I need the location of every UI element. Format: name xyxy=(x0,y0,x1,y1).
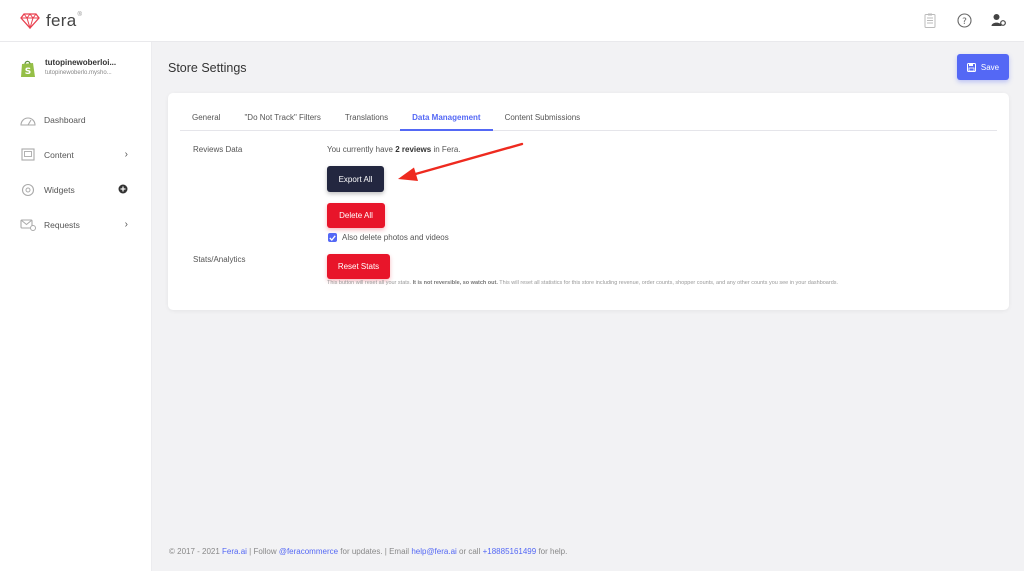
sidebar-item-requests[interactable]: Requests › xyxy=(0,207,152,242)
sidebar: S tutopinewoberloi... tutopinewoberlo.my… xyxy=(0,42,152,571)
shopify-bag-icon: S xyxy=(21,60,35,77)
hint-prefix: This button will reset all your stats. xyxy=(327,280,413,286)
store-switcher[interactable]: S tutopinewoberloi... tutopinewoberlo.my… xyxy=(20,58,116,78)
svg-text:?: ? xyxy=(962,17,967,27)
footer-text: for help. xyxy=(536,547,568,556)
reviews-count: 2 reviews xyxy=(395,145,432,154)
delete-media-label: Also delete photos and videos xyxy=(342,233,449,242)
tab-content-submissions[interactable]: Content Submissions xyxy=(493,106,593,131)
sidebar-nav: Dashboard Content › Widgets Requests › xyxy=(0,102,152,242)
logo-text: fera xyxy=(46,11,77,30)
svg-text:S: S xyxy=(25,67,31,77)
requests-icon xyxy=(20,218,36,232)
sidebar-item-content[interactable]: Content › xyxy=(0,137,152,172)
delete-all-button[interactable]: Delete All xyxy=(327,203,385,228)
reset-stats-button[interactable]: Reset Stats xyxy=(327,254,390,279)
footer: © 2017 - 2021 Fera.ai | Follow @feracomm… xyxy=(169,547,567,556)
reviews-count-text: You currently have 2 reviews in Fera. xyxy=(327,145,461,154)
clipboard-icon[interactable] xyxy=(922,12,938,28)
dashboard-icon xyxy=(20,113,36,127)
footer-text: or call xyxy=(456,547,483,556)
fera-logo[interactable]: fera ® xyxy=(20,11,82,31)
save-button[interactable]: Save xyxy=(957,54,1009,80)
sidebar-item-dashboard[interactable]: Dashboard xyxy=(0,102,152,137)
sidebar-item-label: Content xyxy=(44,149,74,160)
footer-text: | Follow xyxy=(246,547,279,556)
logo-registered-mark: ® xyxy=(77,12,82,18)
diamond-logo-icon xyxy=(20,13,40,29)
footer-link-fera[interactable]: Fera.ai xyxy=(222,547,247,556)
reviews-text-suffix: in Fera. xyxy=(431,145,461,154)
footer-link-twitter[interactable]: @feracommerce xyxy=(279,547,338,556)
user-settings-icon[interactable] xyxy=(990,12,1006,28)
store-domain: tutopinewoberlo.mysho... xyxy=(45,70,112,76)
help-icon[interactable]: ? xyxy=(956,12,972,28)
save-button-label: Save xyxy=(980,62,1000,72)
plus-circle-icon[interactable] xyxy=(118,184,128,197)
stats-analytics-label: Stats/Analytics xyxy=(193,255,246,264)
store-name: tutopinewoberloi... xyxy=(45,58,117,67)
widgets-icon xyxy=(20,183,36,197)
reviews-text-prefix: You currently have xyxy=(327,145,396,154)
footer-copyright: © 2017 - 2021 xyxy=(169,547,223,556)
chevron-right-icon: › xyxy=(124,219,128,230)
tab-general[interactable]: General xyxy=(180,106,232,131)
sidebar-item-label: Requests xyxy=(44,219,80,230)
sidebar-item-label: Dashboard xyxy=(44,114,86,125)
hint-suffix: This will reset all statistics for this … xyxy=(497,280,839,286)
footer-link-email[interactable]: help@fera.ai xyxy=(411,547,456,556)
top-bar: fera ® ? xyxy=(0,0,1024,42)
hint-warning: It is not reversible, so watch out. xyxy=(412,280,498,286)
tab-do-not-track-filters[interactable]: "Do Not Track" Filters xyxy=(232,106,332,131)
settings-card: General "Do Not Track" Filters Translati… xyxy=(168,93,1009,310)
settings-tabs: General "Do Not Track" Filters Translati… xyxy=(180,106,997,131)
delete-media-option[interactable]: Also delete photos and videos xyxy=(328,233,449,242)
sidebar-item-widgets[interactable]: Widgets xyxy=(0,172,152,207)
content-icon xyxy=(20,148,36,162)
floppy-disk-icon xyxy=(966,62,976,72)
reviews-data-label: Reviews Data xyxy=(193,145,243,154)
footer-text: for updates. | Email xyxy=(338,547,412,556)
export-all-button[interactable]: Export All xyxy=(327,166,384,192)
checkmark-icon xyxy=(329,234,336,241)
page-title: Store Settings xyxy=(168,61,247,75)
chevron-right-icon: › xyxy=(124,149,128,160)
sidebar-item-label: Widgets xyxy=(44,184,75,195)
tab-translations[interactable]: Translations xyxy=(333,106,400,131)
tab-data-management[interactable]: Data Management xyxy=(400,106,493,131)
footer-link-phone[interactable]: +18885161499 xyxy=(483,547,537,556)
delete-media-checkbox[interactable] xyxy=(328,233,337,242)
reset-stats-hint: This button will reset all your stats. I… xyxy=(327,280,838,286)
